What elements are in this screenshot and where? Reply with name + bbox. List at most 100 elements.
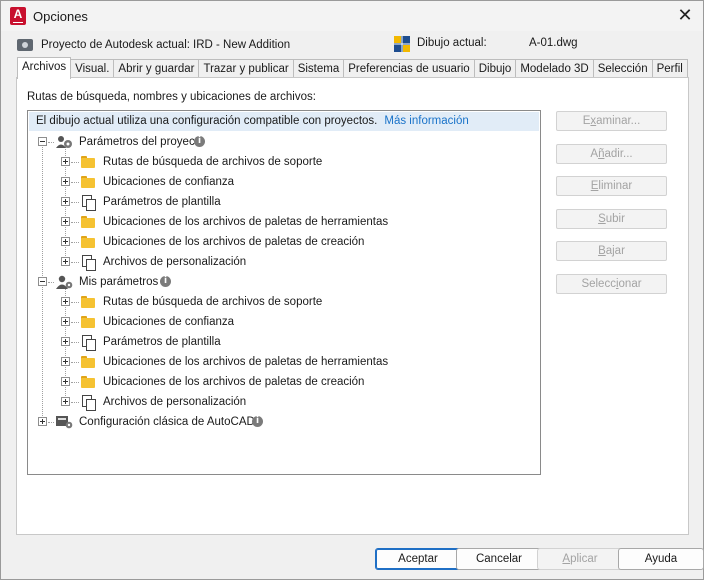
collapse-icon[interactable] (38, 277, 47, 286)
tree-line (71, 222, 79, 223)
tree-item-label: Archivos de personalización (103, 396, 247, 408)
tree-group-label: Configuración clásica de AutoCAD (79, 416, 255, 428)
tree-item-label: Parámetros de plantilla (103, 196, 221, 208)
tree-line (71, 342, 79, 343)
files-icon (82, 255, 96, 271)
banner-text: El dibujo actual utiliza una configuraci… (36, 115, 378, 127)
tree-line (71, 302, 79, 303)
examinar-button[interactable]: Examinar... (556, 111, 667, 131)
archivos-panel: Rutas de búsqueda, nombres y ubicaciones… (16, 77, 689, 535)
tree-item[interactable]: Rutas de búsqueda de archivos de soporte (28, 292, 538, 312)
tab-visual[interactable]: Visual. (70, 59, 115, 79)
expand-icon[interactable] (61, 197, 70, 206)
expand-icon[interactable] (61, 297, 70, 306)
tree-item-label: Rutas de búsqueda de archivos de soporte (103, 296, 323, 308)
bajar-button[interactable]: Bajar (556, 241, 667, 261)
tab-archivos[interactable]: Archivos (17, 57, 72, 79)
close-icon[interactable]: ✕ (675, 5, 695, 25)
ok-button[interactable]: Aceptar (375, 548, 461, 570)
tree-group-label: Mis parámetros (79, 276, 159, 288)
button-label: adir... (604, 148, 633, 160)
expand-icon[interactable] (61, 317, 70, 326)
more-info-link[interactable]: Más información (384, 115, 468, 127)
tree-line (71, 402, 79, 403)
tree-item-label: Ubicaciones de confianza (103, 316, 235, 328)
folder-icon (81, 356, 95, 368)
tree-item[interactable]: Ubicaciones de los archivos de paletas d… (28, 352, 538, 372)
project-value: IRD - New Addition (193, 39, 291, 51)
cancel-button[interactable]: Cancelar (456, 548, 542, 570)
tab-sistema[interactable]: Sistema (292, 59, 345, 79)
folder-icon (81, 236, 95, 248)
collapse-icon[interactable] (38, 137, 47, 146)
apply-button[interactable]: Aplicar (537, 548, 623, 570)
tree-group-my-settings[interactable]: Mis parámetros i (28, 272, 538, 292)
expand-icon[interactable] (61, 397, 70, 406)
project-settings-icon (56, 136, 72, 148)
drawing-value: A-01.dwg (529, 37, 578, 49)
expand-icon[interactable] (61, 377, 70, 386)
tree-line (48, 142, 54, 143)
tree-item[interactable]: Ubicaciones de los archivos de paletas d… (28, 372, 538, 392)
tree-item[interactable]: Rutas de búsqueda de archivos de soporte (28, 152, 538, 172)
current-info-row: Proyecto de Autodesk actual: IRD - New A… (1, 31, 703, 59)
tree-item[interactable]: Archivos de personalización (28, 252, 538, 272)
tree-item-label: Ubicaciones de los archivos de paletas d… (103, 216, 389, 228)
tree-line (71, 202, 79, 203)
tree-item-label: Ubicaciones de los archivos de paletas d… (103, 376, 365, 388)
tree-item[interactable]: Ubicaciones de confianza (28, 172, 538, 192)
tree-item[interactable]: Archivos de personalización (28, 392, 538, 412)
drawing-icon (394, 36, 410, 52)
tab-perfil[interactable]: Perfil (651, 59, 688, 79)
button-label-accel: B (598, 245, 606, 257)
tab-seleccion[interactable]: Selección (592, 59, 653, 79)
title-bar: A Opciones ✕ (1, 1, 703, 31)
classic-config-icon (56, 416, 73, 429)
tree-item[interactable]: Parámetros de plantilla (28, 192, 538, 212)
tree-line (71, 322, 79, 323)
tab-abrir-guardar[interactable]: Abrir y guardar (113, 59, 200, 79)
eliminar-button[interactable]: Eliminar (556, 176, 667, 196)
tree-group-classic[interactable]: Configuración clásica de AutoCAD i (28, 412, 538, 432)
expand-icon[interactable] (38, 417, 47, 426)
tab-modelado-3d[interactable]: Modelado 3D (515, 59, 594, 79)
button-label: ajar (605, 245, 625, 257)
seleccionar-button[interactable]: Seleccionar (556, 274, 667, 294)
expand-icon[interactable] (61, 217, 70, 226)
tree-line (71, 242, 79, 243)
expand-icon[interactable] (61, 157, 70, 166)
tree-item[interactable]: Ubicaciones de los archivos de paletas d… (28, 232, 538, 252)
tree-item[interactable]: Ubicaciones de confianza (28, 312, 538, 332)
subir-button[interactable]: Subir (556, 209, 667, 229)
info-icon[interactable]: i (252, 416, 263, 427)
tab-dibujo[interactable]: Dibujo (473, 59, 517, 79)
button-label: aminar... (596, 115, 641, 127)
tree-group-project[interactable]: Parámetros del proyecto i (28, 132, 538, 152)
tab-trazar-publicar[interactable]: Trazar y publicar (198, 59, 294, 79)
button-label: plicar (570, 553, 598, 565)
file-tree[interactable]: El dibujo actual utiliza una configuraci… (27, 110, 541, 475)
info-icon[interactable]: i (194, 136, 205, 147)
folder-icon (81, 376, 95, 388)
folder-icon (81, 296, 95, 308)
tree-line (71, 382, 79, 383)
tree-item-label: Parámetros de plantilla (103, 336, 221, 348)
panel-caption: Rutas de búsqueda, nombres y ubicaciones… (27, 91, 316, 103)
expand-icon[interactable] (61, 237, 70, 246)
expand-icon[interactable] (61, 177, 70, 186)
tree-item-label: Rutas de búsqueda de archivos de soporte (103, 156, 323, 168)
tree-item[interactable]: Ubicaciones de los archivos de paletas d… (28, 212, 538, 232)
expand-icon[interactable] (61, 357, 70, 366)
tree-line (48, 422, 54, 423)
expand-icon[interactable] (61, 257, 70, 266)
tree-item-label: Ubicaciones de los archivos de paletas d… (103, 236, 365, 248)
info-icon[interactable]: i (160, 276, 171, 287)
button-label: onar (618, 278, 642, 290)
anadir-button[interactable]: Añadir... (556, 144, 667, 164)
help-button[interactable]: Ayuda (618, 548, 704, 570)
tab-preferencias-usuario[interactable]: Preferencias de usuario (343, 59, 475, 79)
tree-group-label: Parámetros del proyecto (79, 136, 205, 148)
expand-icon[interactable] (61, 337, 70, 346)
tree-item[interactable]: Parámetros de plantilla (28, 332, 538, 352)
tree-line (71, 262, 79, 263)
